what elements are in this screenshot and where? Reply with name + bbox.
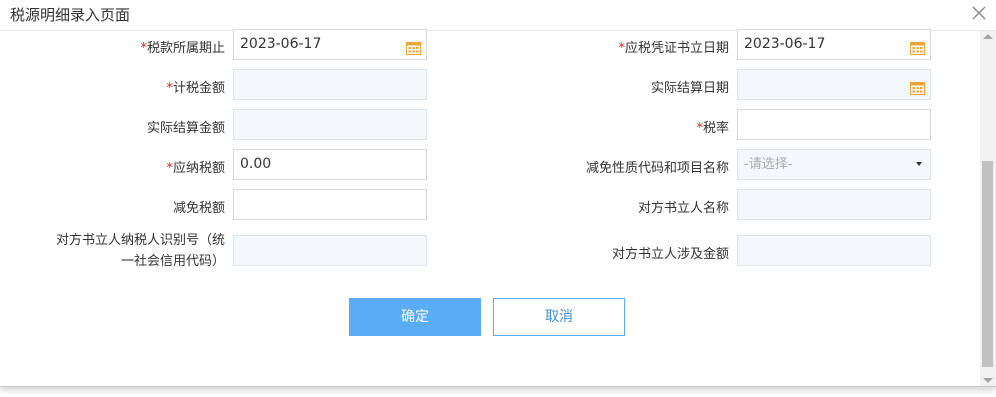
actual-settlement-date-field[interactable] xyxy=(737,69,931,100)
tax-payable-label: *应纳税额 xyxy=(40,157,225,176)
tax-reduction-label: 减免税额 xyxy=(172,201,225,216)
tax-period-label-text: 税款所属期止 xyxy=(146,41,225,56)
actual-settlement-amount-field[interactable] xyxy=(233,109,427,140)
counterparty-name-field[interactable] xyxy=(737,189,931,220)
cancel-button[interactable]: 取消 xyxy=(493,298,625,336)
actual-settlement-date-label: 实际结算日期 xyxy=(650,81,729,96)
tax-payable-label-text: 应纳税额 xyxy=(172,161,225,176)
close-icon[interactable] xyxy=(970,4,988,22)
tax-detail-dialog: 税源明细录入页面 *税款所属期止 2023-06-17 *应税凭证书立日期 20… xyxy=(0,0,996,387)
counterparty-amount-label: 对方书立人涉及金额 xyxy=(611,247,729,262)
scroll-up-icon[interactable] xyxy=(983,34,993,39)
counterparty-tax-id-field[interactable] xyxy=(233,235,427,266)
scroll-thumb[interactable] xyxy=(982,161,993,367)
tax-rate-label: *税率 xyxy=(540,117,729,136)
counterparty-name-label: 对方书立人名称 xyxy=(637,201,729,216)
tax-period-label: *税款所属期止 xyxy=(40,37,225,56)
chevron-down-icon[interactable] xyxy=(916,162,922,166)
counterparty-tax-id-label-line1: 对方书立人纳税人识别号（统 xyxy=(55,233,225,248)
vertical-scrollbar[interactable] xyxy=(980,31,996,386)
counterparty-tax-id-label-line2: 一社会信用代码） xyxy=(120,254,225,269)
calendar-icon[interactable] xyxy=(910,37,925,55)
tax-base-amount-field[interactable] xyxy=(233,69,427,100)
actual-settlement-amount-label: 实际结算金额 xyxy=(146,121,225,136)
dialog-title: 税源明细录入页面 xyxy=(10,6,131,24)
calendar-icon[interactable] xyxy=(910,77,925,95)
counterparty-amount-field[interactable] xyxy=(737,235,931,266)
voucher-date-field[interactable]: 2023-06-17 xyxy=(737,29,931,60)
confirm-button[interactable]: 确定 xyxy=(349,298,481,336)
tax-rate-field[interactable] xyxy=(737,109,931,140)
tax-period-field[interactable]: 2023-06-17 xyxy=(233,29,427,60)
tax-payable-field[interactable]: 0.00 xyxy=(233,149,427,180)
tax-period-value: 2023-06-17 xyxy=(240,36,322,52)
dialog-titlebar: 税源明细录入页面 xyxy=(0,0,996,31)
reduction-code-placeholder: -请选择- xyxy=(744,157,793,172)
calendar-icon[interactable] xyxy=(406,37,421,55)
counterparty-tax-id-label: 对方书立人纳税人识别号（统 一社会信用代码） xyxy=(20,230,225,272)
voucher-date-value: 2023-06-17 xyxy=(744,36,826,52)
tax-rate-label-text: 税率 xyxy=(702,121,729,136)
reduction-code-select[interactable]: -请选择- xyxy=(737,149,931,180)
scroll-down-icon[interactable] xyxy=(983,378,993,383)
tax-payable-value: 0.00 xyxy=(240,156,272,172)
voucher-date-label-text: 应税凭证书立日期 xyxy=(624,41,729,56)
tax-base-amount-label-text: 计税金额 xyxy=(172,81,225,96)
voucher-date-label: *应税凭证书立日期 xyxy=(540,37,729,56)
tax-base-amount-label: *计税金额 xyxy=(40,77,225,96)
reduction-code-label: 减免性质代码和项目名称 xyxy=(585,161,729,176)
tax-reduction-field[interactable] xyxy=(233,189,427,220)
